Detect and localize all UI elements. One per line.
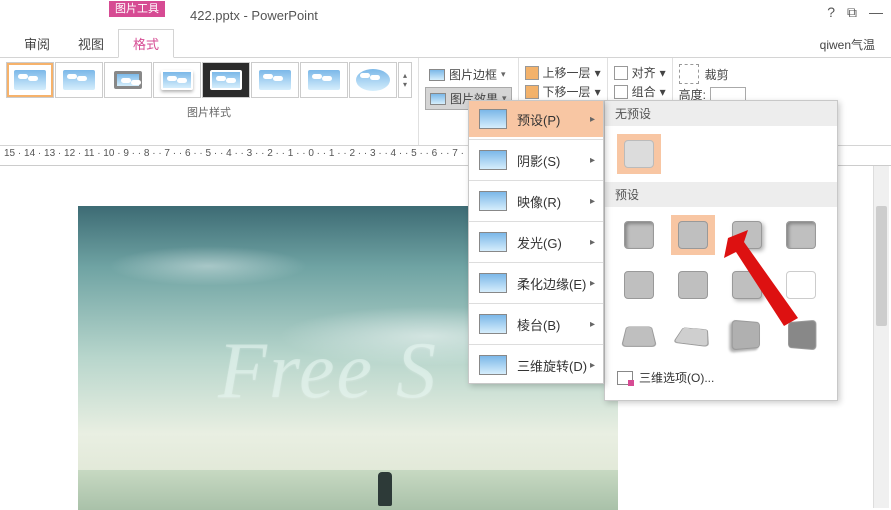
reflection-icon [479,191,507,211]
bring-forward-button[interactable]: 上移一层 ▾ [525,64,601,81]
menu-soft-label: 柔化边缘(E) [517,274,586,293]
style-thumb-5[interactable] [202,62,250,98]
menu-shadow[interactable]: 阴影(S) ▸ [469,142,603,178]
bevel-icon [479,314,507,334]
menu-rotate3d-label: 三维旋转(D) [517,356,587,375]
style-thumb-3[interactable] [104,62,152,98]
menu-bevel[interactable]: 棱台(B) ▸ [469,306,603,342]
group-label: 组合 [632,83,656,100]
tab-review[interactable]: 审阅 [10,30,64,57]
account-name[interactable]: qiwen气温 [820,36,875,53]
picture-border-button[interactable]: 图片边框▾ [425,64,512,85]
document-title: 422.pptx - PowerPoint [190,8,318,23]
rotate3d-icon [479,355,507,375]
menu-glow-label: 发光(G) [517,233,562,252]
chevron-right-icon: ▸ [590,196,595,207]
preset-6[interactable] [671,265,715,305]
picture-styles-group: ▴▾ 图片样式 [0,58,419,145]
menu-reflection-label: 映像(R) [517,192,561,211]
style-thumb-1[interactable] [6,62,54,98]
preset-3[interactable] [725,215,769,255]
preset-1[interactable] [617,215,661,255]
border-icon [429,69,445,81]
styles-group-label: 图片样式 [187,104,231,120]
vertical-scrollbar[interactable] [873,166,889,508]
preset-gallery: 无预设 预设 三维选项(O)... [604,100,838,401]
menu-shadow-label: 阴影(S) [517,151,560,170]
style-thumb-6[interactable] [251,62,299,98]
bring-forward-icon [525,66,539,80]
group-button[interactable]: 组合▾ [614,83,666,100]
tab-view[interactable]: 视图 [64,30,118,57]
menu-preset[interactable]: 预设(P) ▸ [469,101,603,137]
contextual-tab-label: 图片工具 [109,1,165,17]
3d-options-label: 三维选项(O)... [639,369,714,386]
align-icon [614,66,628,80]
send-backward-button[interactable]: 下移一层 ▾ [525,83,601,100]
preset-icon [479,109,507,129]
align-label: 对齐 [632,64,656,81]
picture-effects-menu: 预设(P) ▸ 阴影(S) ▸ 映像(R) ▸ 发光(G) ▸ 柔化边缘(E) ▸ 棱台(… [468,100,604,384]
style-thumb-8[interactable] [349,62,397,98]
chevron-right-icon: ▸ [590,319,595,330]
menu-reflection[interactable]: 映像(R) ▸ [469,183,603,219]
menu-soft-edges[interactable]: 柔化边缘(E) ▸ [469,265,603,301]
preset-2[interactable] [671,215,715,255]
scrollbar-thumb[interactable] [876,206,887,326]
style-thumb-2[interactable] [55,62,103,98]
crop-label[interactable]: 裁剪 [705,66,729,83]
menu-bevel-label: 棱台(B) [517,315,560,334]
effects-icon [430,93,446,105]
send-backward-icon [525,85,539,99]
soft-edges-icon [479,273,507,293]
contextual-tab: 图片工具 [102,0,172,16]
no-preset-header: 无预设 [605,101,837,126]
help-icon[interactable]: ? [827,4,835,21]
chevron-right-icon: ▸ [590,155,595,166]
glow-icon [479,232,507,252]
preset-11[interactable] [725,315,769,355]
preset-5[interactable] [617,265,661,305]
chevron-right-icon: ▸ [590,237,595,248]
chevron-right-icon: ▸ [590,114,595,125]
preset-none[interactable] [617,134,661,174]
style-thumb-7[interactable] [300,62,348,98]
styles-more-button[interactable]: ▴▾ [398,62,412,98]
preset-9[interactable] [617,315,661,355]
restore-icon[interactable]: ⧉ [847,4,857,21]
bring-forward-label: 上移一层 [543,64,591,81]
menu-glow[interactable]: 发光(G) ▸ [469,224,603,260]
title-bar: 图片工具 422.pptx - PowerPoint ? ⧉ — [0,0,891,30]
crop-icon [679,64,699,84]
options-icon [617,371,633,385]
preset-10[interactable] [671,315,715,355]
preset-12[interactable] [779,315,823,355]
chevron-right-icon: ▸ [590,278,595,289]
preset-header: 预设 [605,182,837,207]
ruler-marks: 15 · 14 · 13 · 12 · 11 · 10 · 9 · · 8 · … [4,148,464,159]
menu-3d-rotation[interactable]: 三维旋转(D)▸ [469,347,603,383]
preset-4[interactable] [779,215,823,255]
window-controls: ? ⧉ — [827,4,883,21]
group-icon [614,85,628,99]
3d-options-link[interactable]: 三维选项(O)... [605,363,837,392]
menu-preset-label: 预设(P) [517,110,560,129]
style-thumb-4[interactable] [153,62,201,98]
align-button[interactable]: 对齐▾ [614,64,666,81]
send-backward-label: 下移一层 [543,83,591,100]
minimize-icon[interactable]: — [869,4,883,21]
chevron-right-icon: ▸ [590,360,595,371]
ribbon-tabs: 审阅 视图 格式 qiwen气温 [0,30,891,58]
tab-format[interactable]: 格式 [118,29,174,58]
shadow-icon [479,150,507,170]
picture-border-label: 图片边框 [449,66,497,83]
preset-8[interactable] [779,265,823,305]
preset-7[interactable] [725,265,769,305]
